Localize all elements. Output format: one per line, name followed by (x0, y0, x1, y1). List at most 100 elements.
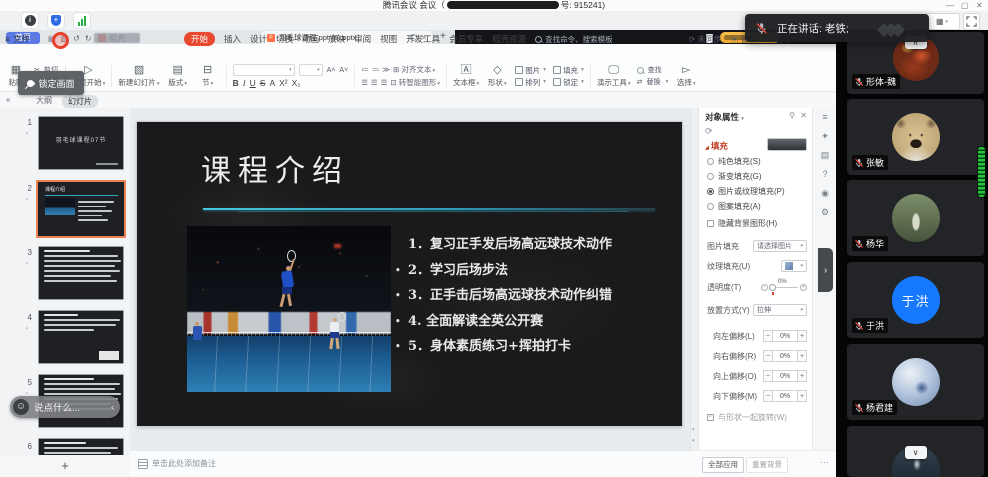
participant-tile[interactable]: 张敏 (847, 99, 984, 175)
tab-view[interactable]: 视图 (380, 33, 397, 45)
help-icon[interactable]: ? (813, 165, 837, 184)
plus-button[interactable]: + (797, 390, 807, 402)
offset-right-stepper[interactable]: −0%+ (763, 350, 807, 362)
add-slide-button[interactable]: + (0, 455, 131, 477)
reset-background-button[interactable]: 重置背景 (746, 457, 788, 473)
subscript-button[interactable]: X₂ (292, 78, 301, 88)
number-list-icon[interactable]: ≕ (372, 65, 380, 74)
align-left-icon[interactable]: ☰ (361, 78, 368, 87)
tab-docer-res[interactable]: 稻壳资源 (492, 33, 526, 45)
offset-left-stepper[interactable]: −0%+ (763, 330, 807, 342)
close-icon[interactable]: ✕ (976, 1, 983, 10)
slide-layout-button[interactable]: ▤版式▾ (166, 65, 190, 88)
replace-button[interactable]: ⇄替换▾ (637, 77, 669, 87)
slide-thumbnail-4[interactable] (38, 310, 124, 364)
find-button[interactable]: 查找 (637, 65, 669, 75)
smart-graphic-button[interactable]: ⊡ 转智能图形▾ (390, 77, 440, 88)
refresh-icon[interactable]: ⟳ (705, 126, 713, 137)
select-button[interactable]: ▻选择▾ (674, 65, 698, 88)
effects-icon[interactable]: ✦ (813, 127, 837, 146)
chevron-left-icon[interactable]: ‹ (111, 402, 114, 412)
resource-icon[interactable]: ▤ (813, 146, 837, 165)
slide-thumbnail-2-selected[interactable]: 课程介绍 (36, 180, 126, 238)
texture-fill-dropdown[interactable]: ▾ (781, 260, 807, 272)
emoji-icon[interactable]: ☺ (13, 399, 29, 415)
radio-gradient-fill[interactable]: 渐变填充(G) (707, 171, 762, 182)
placement-dropdown[interactable]: 拉伸▾ (753, 304, 807, 316)
minus-button[interactable]: − (763, 370, 773, 382)
superscript-button[interactable]: X² (279, 78, 288, 88)
participant-tile[interactable]: 杨华 (847, 180, 984, 256)
plus-button[interactable]: + (797, 330, 807, 342)
maximize-icon[interactable]: ▢ (961, 1, 969, 10)
align-text-button[interactable]: ⊞ 对齐文本▾ (393, 64, 435, 75)
shape-button[interactable]: ◇形状▾ (485, 65, 509, 88)
minimize-icon[interactable]: — (946, 1, 954, 10)
participant-tile[interactable]: 于洪 于洪 (847, 262, 984, 338)
more-icon[interactable]: ⋯ (820, 457, 829, 468)
apply-all-button[interactable]: 全部应用 (702, 457, 744, 473)
meeting-info-button[interactable]: i (22, 13, 38, 28)
fill-swatch-dropdown[interactable]: ▾ (767, 138, 807, 151)
increase-icon[interactable]: + (800, 284, 807, 291)
checkbox-rotate-with-shape[interactable]: ✓与形状一起旋转(W) (707, 412, 787, 423)
sidebar-collapse-handle[interactable]: › (818, 248, 833, 292)
participant-tile[interactable]: ∨ (847, 426, 984, 477)
tab-review[interactable]: 审阅 (354, 33, 371, 45)
quick-chat-bar[interactable]: ☺ 说点什么... ‹ (10, 396, 120, 418)
settings-gear-icon[interactable]: ⚙ (813, 203, 837, 222)
slider-knob[interactable] (769, 284, 776, 291)
radio-pattern-fill[interactable]: 图案填充(A) (707, 201, 761, 212)
tab-start[interactable]: 开始 (184, 32, 215, 46)
panel-switch-icon[interactable]: ≡ (813, 108, 837, 127)
scroll-up-icon[interactable]: ▴ (692, 426, 695, 432)
checkbox-hide-background[interactable]: 隐藏背景图形(H) (707, 218, 777, 229)
font-color-button[interactable]: A (269, 78, 275, 88)
sync-status[interactable]: ⟳ 未同步 (689, 34, 722, 45)
tab-transition[interactable]: 切换 (276, 33, 293, 45)
plus-button[interactable]: + (797, 370, 807, 382)
current-slide[interactable]: 课程介绍 1．复习正手发后场高远球技术动作 •2．学习后场步法 •3．正手击后场… (137, 122, 682, 426)
record-icon[interactable]: ◉ (813, 184, 837, 203)
radio-solid-fill[interactable]: 纯色填充(S) (707, 156, 761, 167)
chat-input-placeholder[interactable]: 说点什么... (34, 400, 111, 414)
tab-animation[interactable]: 动画 (302, 33, 319, 45)
strikethrough-button[interactable]: S (260, 78, 266, 88)
offset-down-stepper[interactable]: −0%+ (763, 390, 807, 402)
notes-bar[interactable]: 单击此处添加备注 (138, 458, 216, 469)
offset-up-stepper[interactable]: −0%+ (763, 370, 807, 382)
close-panel-icon[interactable]: ✕ (800, 111, 807, 120)
fill-button[interactable]: 填充▾ (553, 65, 584, 76)
participant-tile[interactable]: 杨君建 (847, 344, 984, 420)
lock-button[interactable]: 锁定▾ (553, 77, 584, 88)
italic-button[interactable]: I (243, 78, 246, 88)
slide-thumbnail-6[interactable] (38, 438, 124, 455)
collapse-panel-icon[interactable]: « (6, 95, 10, 104)
align-center-icon[interactable]: ☰ (371, 78, 378, 87)
command-search-input[interactable]: 查找命令、搜索模板 (535, 34, 613, 45)
decrease-icon[interactable]: − (761, 284, 768, 291)
tab-insert[interactable]: 插入 (224, 33, 241, 45)
scroll-down-icon[interactable]: ▾ (692, 438, 695, 444)
font-decrease-icon[interactable]: A˅ (339, 67, 348, 74)
minus-button[interactable]: − (763, 330, 773, 342)
pin-panel-icon[interactable]: ⚲ (789, 111, 795, 120)
tab-outline[interactable]: 大纲 (36, 95, 52, 106)
layout-button[interactable]: ▦▾ (924, 13, 960, 30)
bullet-list-icon[interactable]: ≔ (361, 65, 369, 74)
present-tools-button[interactable]: 🖵演示工具▾ (597, 65, 631, 88)
tab-slides[interactable]: 幻灯片 (62, 95, 98, 108)
tab-design[interactable]: 设计 (250, 33, 267, 45)
redo-icon[interactable]: ↻ (85, 34, 92, 43)
align-right-icon[interactable]: ☰ (381, 78, 388, 87)
minus-button[interactable]: − (763, 350, 773, 362)
meeting-security-button[interactable]: + (48, 13, 64, 28)
tab-devtools[interactable]: 开发工具 (406, 33, 440, 45)
picture-fill-dropdown[interactable]: 请选择图片▾ (753, 240, 807, 252)
textbox-button[interactable]: 🄰文本框▾ (453, 65, 479, 88)
new-slide-button[interactable]: ▧新建幻灯片▾ (118, 65, 159, 88)
indent-icon[interactable]: ≫ (382, 65, 390, 74)
fullscreen-button[interactable] (963, 13, 980, 30)
bold-button[interactable]: B (233, 78, 239, 88)
slide-thumbnail-3[interactable] (38, 246, 124, 300)
